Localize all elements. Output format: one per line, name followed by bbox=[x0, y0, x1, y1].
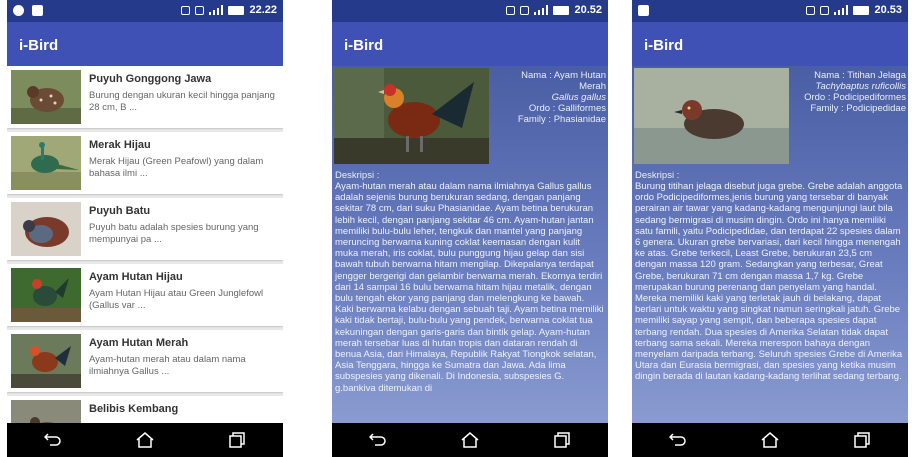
app-bar: i-Bird bbox=[632, 22, 908, 66]
phone-screen-list: 22.22 i-Bird Puyuh Gonggong Jawa Burung … bbox=[7, 0, 283, 457]
navigation-bar bbox=[632, 423, 908, 457]
notification-icon bbox=[13, 5, 24, 16]
bird-list[interactable]: Puyuh Gonggong Jawa Burung dengan ukuran… bbox=[7, 66, 283, 423]
recents-button[interactable] bbox=[842, 425, 882, 455]
alarm-icon bbox=[806, 5, 816, 15]
item-title: Puyuh Batu bbox=[89, 205, 151, 217]
alarm-icon bbox=[181, 5, 191, 15]
item-description: Merak Hijau (Green Peafowl) yang dalam b… bbox=[89, 156, 264, 179]
bird-name: Nama : Titihan Jelaga bbox=[814, 70, 906, 81]
battery-icon bbox=[553, 5, 570, 15]
bird-family: Family : Phasianidae bbox=[517, 114, 606, 125]
battery-icon bbox=[228, 5, 245, 15]
app-bar: i-Bird bbox=[7, 22, 283, 66]
app-title: i-Bird bbox=[19, 37, 59, 54]
navigation-bar bbox=[7, 423, 283, 457]
recents-icon bbox=[229, 432, 245, 448]
list-item[interactable]: Merak Hijau Merak Hijau (Green Peafowl) … bbox=[7, 132, 283, 194]
signal-icon bbox=[834, 5, 849, 15]
back-button[interactable] bbox=[358, 425, 398, 455]
status-bar: 22.22 bbox=[7, 0, 283, 22]
back-button[interactable] bbox=[33, 425, 73, 455]
alarm-icon bbox=[506, 5, 516, 15]
status-bar: 20.52 bbox=[332, 0, 608, 22]
description-text: Burung titihan jelaga disebut juga grebe… bbox=[635, 181, 903, 383]
app-title: i-Bird bbox=[644, 37, 684, 54]
list-item[interactable]: Belibis Kembang bbox=[7, 396, 283, 423]
back-icon bbox=[669, 433, 686, 446]
sim-icon bbox=[195, 5, 205, 15]
recents-button[interactable] bbox=[542, 425, 582, 455]
bird-photo bbox=[334, 68, 489, 164]
app-bar: i-Bird bbox=[332, 22, 608, 66]
bird-family: Family : Podicipedidae bbox=[810, 103, 906, 114]
item-title: Puyuh Gonggong Jawa bbox=[89, 73, 212, 85]
home-icon bbox=[461, 432, 479, 448]
home-button[interactable] bbox=[450, 425, 490, 455]
item-title: Merak Hijau bbox=[89, 139, 151, 151]
bird-name: Nama : Ayam Hutan Merah bbox=[521, 70, 606, 92]
recents-icon bbox=[854, 432, 870, 448]
bird-detail[interactable]: Nama : Ayam Hutan Merah Gallus gallus Or… bbox=[332, 66, 608, 423]
item-title: Belibis Kembang bbox=[89, 403, 179, 415]
bird-detail[interactable]: Nama : Titihan Jelaga Tachybaptus rufico… bbox=[632, 66, 908, 423]
bird-order: Ordo : Galliformes bbox=[528, 103, 606, 114]
list-item[interactable]: Puyuh Gonggong Jawa Burung dengan ukuran… bbox=[7, 66, 283, 128]
recents-icon bbox=[554, 432, 570, 448]
list-item[interactable]: Ayam Hutan Hijau Ayam Hutan Hijau atau G… bbox=[7, 264, 283, 326]
battery-icon bbox=[853, 5, 870, 15]
back-icon bbox=[44, 433, 61, 446]
phone-screen-detail-titihan: 20.53 i-Bird Nama : Titihan Jelaga Tachy… bbox=[632, 0, 908, 457]
list-item[interactable]: Puyuh Batu Puyuh batu adalah spesies bur… bbox=[7, 198, 283, 260]
home-button[interactable] bbox=[125, 425, 165, 455]
status-bar: 20.53 bbox=[632, 0, 908, 22]
home-icon bbox=[761, 432, 779, 448]
recents-button[interactable] bbox=[217, 425, 257, 455]
item-description: Ayam-hutan merah atau dalam nama ilmiahn… bbox=[89, 354, 246, 377]
bird-info: Nama : Ayam Hutan Merah Gallus gallus Or… bbox=[492, 70, 606, 125]
bird-thumbnail bbox=[11, 268, 81, 322]
sim-icon bbox=[820, 5, 830, 15]
bird-latin-name: Gallus gallus bbox=[551, 92, 606, 103]
item-description: Ayam Hutan Hijau atau Green Junglefowl (… bbox=[89, 288, 264, 311]
bird-thumbnail bbox=[11, 70, 81, 124]
bird-thumbnail bbox=[11, 136, 81, 190]
signal-icon bbox=[534, 5, 549, 15]
status-time: 20.53 bbox=[874, 4, 902, 16]
navigation-bar bbox=[332, 423, 608, 457]
item-title: Ayam Hutan Hijau bbox=[89, 271, 183, 283]
sim-icon bbox=[520, 5, 530, 15]
bird-thumbnail bbox=[11, 400, 81, 423]
image-notification-icon bbox=[32, 5, 43, 16]
image-notification-icon bbox=[638, 5, 649, 16]
bird-order: Ordo : Podicipediformes bbox=[804, 92, 906, 103]
bird-photo bbox=[634, 68, 789, 164]
back-icon bbox=[369, 433, 386, 446]
item-description: Puyuh batu adalah spesies burung yang me… bbox=[89, 222, 259, 245]
signal-icon bbox=[209, 5, 224, 15]
bird-thumbnail bbox=[11, 202, 81, 256]
home-icon bbox=[136, 432, 154, 448]
list-item[interactable]: Ayam Hutan Merah Ayam-hutan merah atau d… bbox=[7, 330, 283, 392]
description-label: Deskripsi : bbox=[635, 170, 680, 181]
bird-thumbnail bbox=[11, 334, 81, 388]
description-label: Deskripsi : bbox=[335, 170, 380, 181]
home-button[interactable] bbox=[750, 425, 790, 455]
status-time: 22.22 bbox=[249, 4, 277, 16]
back-button[interactable] bbox=[658, 425, 698, 455]
status-time: 20.52 bbox=[574, 4, 602, 16]
bird-info: Nama : Titihan Jelaga Tachybaptus rufico… bbox=[792, 70, 906, 114]
item-title: Ayam Hutan Merah bbox=[89, 337, 189, 349]
app-title: i-Bird bbox=[344, 37, 384, 54]
description-text: Ayam-hutan merah atau dalam nama ilmiahn… bbox=[335, 181, 604, 394]
bird-latin-name: Tachybaptus ruficollis bbox=[815, 81, 906, 92]
phone-screen-detail-ayam: 20.52 i-Bird Nama : Ayam Hutan Merah Gal… bbox=[332, 0, 608, 457]
item-description: Burung dengan ukuran kecil hingga panjan… bbox=[89, 90, 275, 113]
